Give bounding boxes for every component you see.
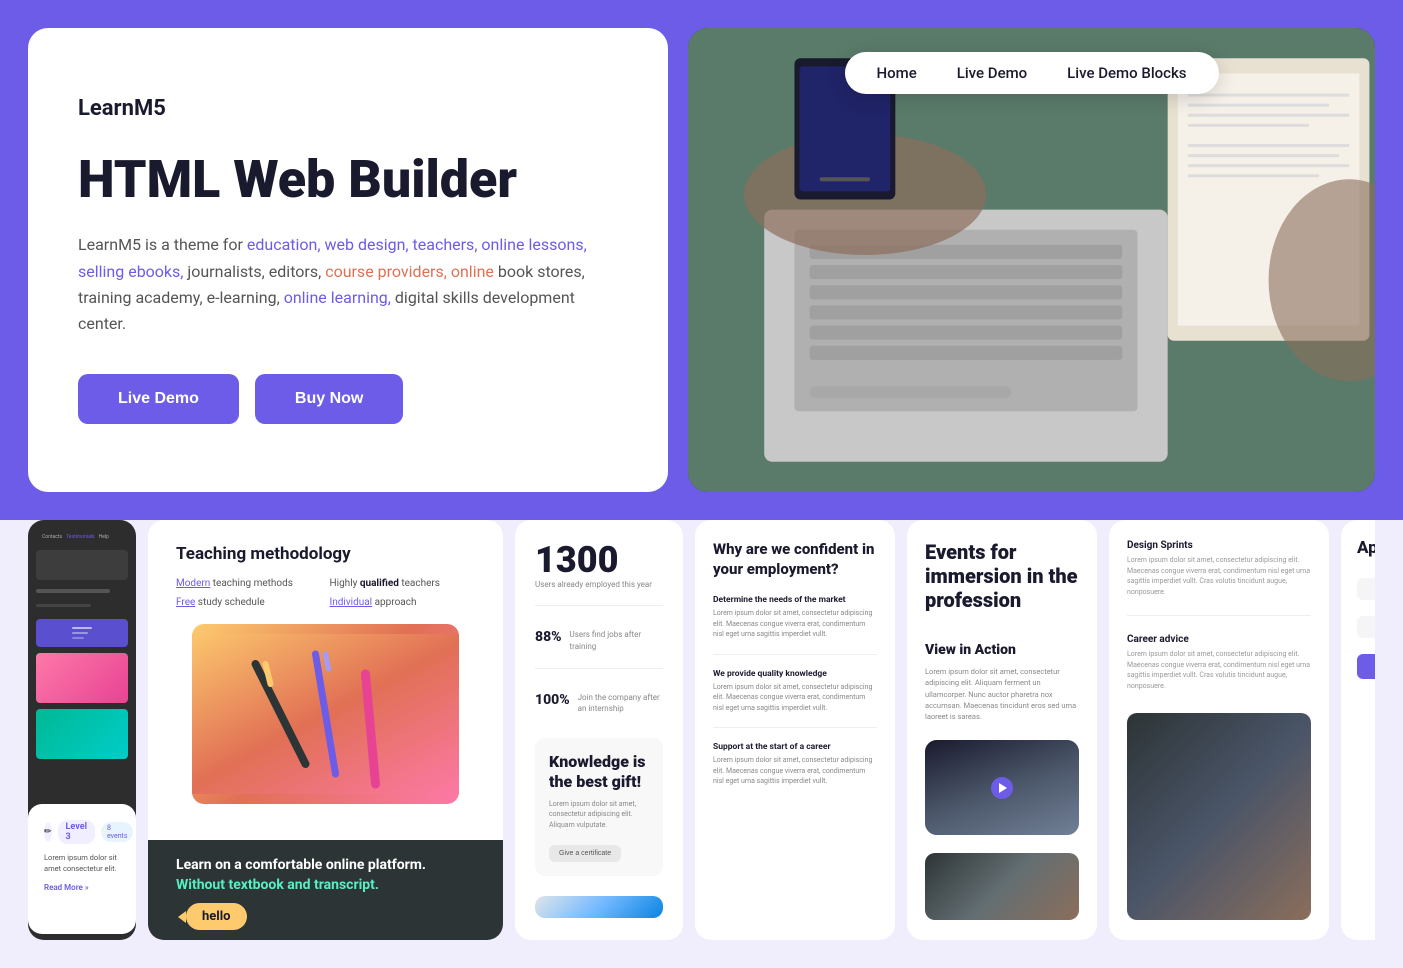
why-item-1-title: Determine the needs of the market [713,595,877,605]
stats-number-block: 1300 Users already employed this year [535,542,663,589]
design-sprint-text: Lorem ipsum dolor sit amet, consectetur … [1127,555,1311,597]
apply-submit-button[interactable]: Send an application [1357,654,1375,679]
design-sprint-section: Design Sprints Lorem ipsum dolor sit ame… [1127,540,1311,597]
read-more-link[interactable]: Read More » [44,883,120,892]
feature-1: Modern teaching methods [176,578,322,589]
knowledge-sub-text: Lorem ipsum dolor sit amet, consectetur … [549,799,649,831]
why-item-3-title: Support at the start of a career [713,742,877,752]
nav-live-demo-blocks[interactable]: Live Demo Blocks [1067,64,1186,82]
laptop-mini-img [535,896,663,918]
play-button[interactable] [991,777,1013,799]
teaching-title: Teaching methodology [176,544,475,564]
hero-title: HTML Web Builder [78,151,618,208]
apply-title: Apply for study [1357,538,1375,558]
preview-section: Contacts Testimonials Help Teaching meth… [0,520,1403,968]
mini-text-2 [36,604,91,607]
why-item-1-text: Lorem ipsum dolor sit amet, consectetur … [713,608,877,640]
mini-block-pink [36,653,128,703]
teaching-image [192,624,459,804]
stat-main-label: Users already employed this year [535,580,663,589]
teaching-card: Teaching methodology Modern teaching met… [148,520,503,940]
apply-phone-input[interactable] [1357,616,1375,638]
level-badge-row: ✏ Level 3 8 events [44,820,120,844]
mini-block-purple [36,619,128,647]
design-sprint-title: Design Sprints [1127,540,1311,551]
events-title: Events for immersion in the profession [925,540,1079,612]
stats-card: 1300 Users already employed this year 88… [515,520,683,940]
why-divider-1 [713,654,877,655]
level-text: Lorem ipsum dolor sit amet consectetur e… [44,852,120,875]
video-inner [925,740,1079,835]
knowledge-sub-title: Knowledge is the best gift! [549,752,649,790]
brand-logo: LearnM5 [78,96,618,121]
feature-4: Individual approach [330,597,476,608]
mini-nav-testimonials: Testimonials [66,534,95,540]
why-divider-2 [713,727,877,728]
hello-badge: hello [186,903,247,930]
nav-home[interactable]: Home [876,64,916,82]
events-top: Events for immersion in the profession [925,540,1079,632]
career-advice-text: Lorem ipsum dolor sit amet, consectetur … [1127,649,1311,691]
design-card: Design Sprints Lorem ipsum dolor sit ame… [1109,520,1329,940]
hero-description: LearnM5 is a theme for education, web de… [78,232,618,338]
mini-nav: Contacts Testimonials Help [36,530,128,544]
hero-buttons: Live Demo Buy Now [78,374,618,424]
hero-image-card: Home Live Demo Live Demo Blocks [688,28,1375,492]
stat-pct-1: 88% [535,629,562,645]
teaching-features: Modern teaching methods Highly qualified… [176,578,475,608]
level-badge: Level 3 [58,820,95,844]
design-divider [1127,615,1311,616]
nav-live-demo[interactable]: Live Demo [957,64,1027,82]
events-badge: 8 events [101,822,134,842]
why-item-2-title: We provide quality knowledge [713,669,877,679]
events-bottom-img [925,853,1079,920]
teaching-top: Teaching methodology Modern teaching met… [148,520,503,840]
design-image [1127,713,1311,920]
level-card: ✏ Level 3 8 events Lorem ipsum dolor sit… [28,804,136,934]
why-item-2: We provide quality knowledge Lorem ipsum… [713,669,877,714]
career-advice-section: Career advice Lorem ipsum dolor sit amet… [1127,634,1311,691]
events-card: Events for immersion in the profession V… [907,520,1097,940]
teaching-banner: Learn on a comfortable online platform. … [148,840,503,940]
buy-now-button[interactable]: Buy Now [255,374,403,424]
apply-card: Apply for study Send an application [1341,520,1375,940]
stat-row-2: 100% Join the company after an internshi… [535,692,663,714]
view-in-action: View in Action Lorem ipsum dolor sit ame… [925,642,1079,722]
mini-block-teal [36,709,128,759]
view-in-action-text: Lorem ipsum dolor sit amet, consectetur … [925,666,1079,722]
stat-desc-2: Join the company after an internship [578,692,663,714]
mini-text-1 [36,589,110,593]
stat-desc-1: Users find jobs after training [570,629,663,651]
mini-nav-help: Help [99,534,109,540]
view-in-action-title: View in Action [925,642,1079,658]
pencil-icon: ✏ [44,823,52,841]
hero-image: Home Live Demo Live Demo Blocks [688,28,1375,492]
mini-block-1 [36,550,128,580]
stat-main-number: 1300 [535,542,663,578]
teaching-banner-text: Learn on a comfortable online platform. … [176,856,426,895]
why-card: Why are we confident in your employment?… [695,520,895,940]
knowledge-sub-card: Knowledge is the best gift! Lorem ipsum … [535,738,663,876]
stat-row-1: 88% Users find jobs after training [535,629,663,651]
feature-2: Highly qualified teachers [330,578,476,589]
mini-nav-contacts: Contacts [42,534,62,540]
career-advice-title: Career advice [1127,634,1311,645]
stat-pct-2: 100% [535,692,570,708]
why-item-3-text: Lorem ipsum dolor sit amet, consectetur … [713,755,877,787]
why-title: Why are we confident in your employment? [713,540,877,579]
preview-strip: Contacts Testimonials Help Teaching meth… [28,520,1375,940]
feature-3: Free study schedule [176,597,322,608]
why-item-3: Support at the start of a career Lorem i… [713,742,877,787]
live-demo-button[interactable]: Live Demo [78,374,239,424]
give-certificate-button[interactable]: Give a certificate [549,845,621,862]
apply-name-input[interactable] [1357,578,1375,600]
why-item-1: Determine the needs of the market Lorem … [713,595,877,640]
main-navigation: Home Live Demo Live Demo Blocks [844,52,1218,94]
video-thumbnail [925,740,1079,835]
hero-card: LearnM5 HTML Web Builder LearnM5 is a th… [28,28,668,492]
why-item-2-text: Lorem ipsum dolor sit amet, consectetur … [713,682,877,714]
